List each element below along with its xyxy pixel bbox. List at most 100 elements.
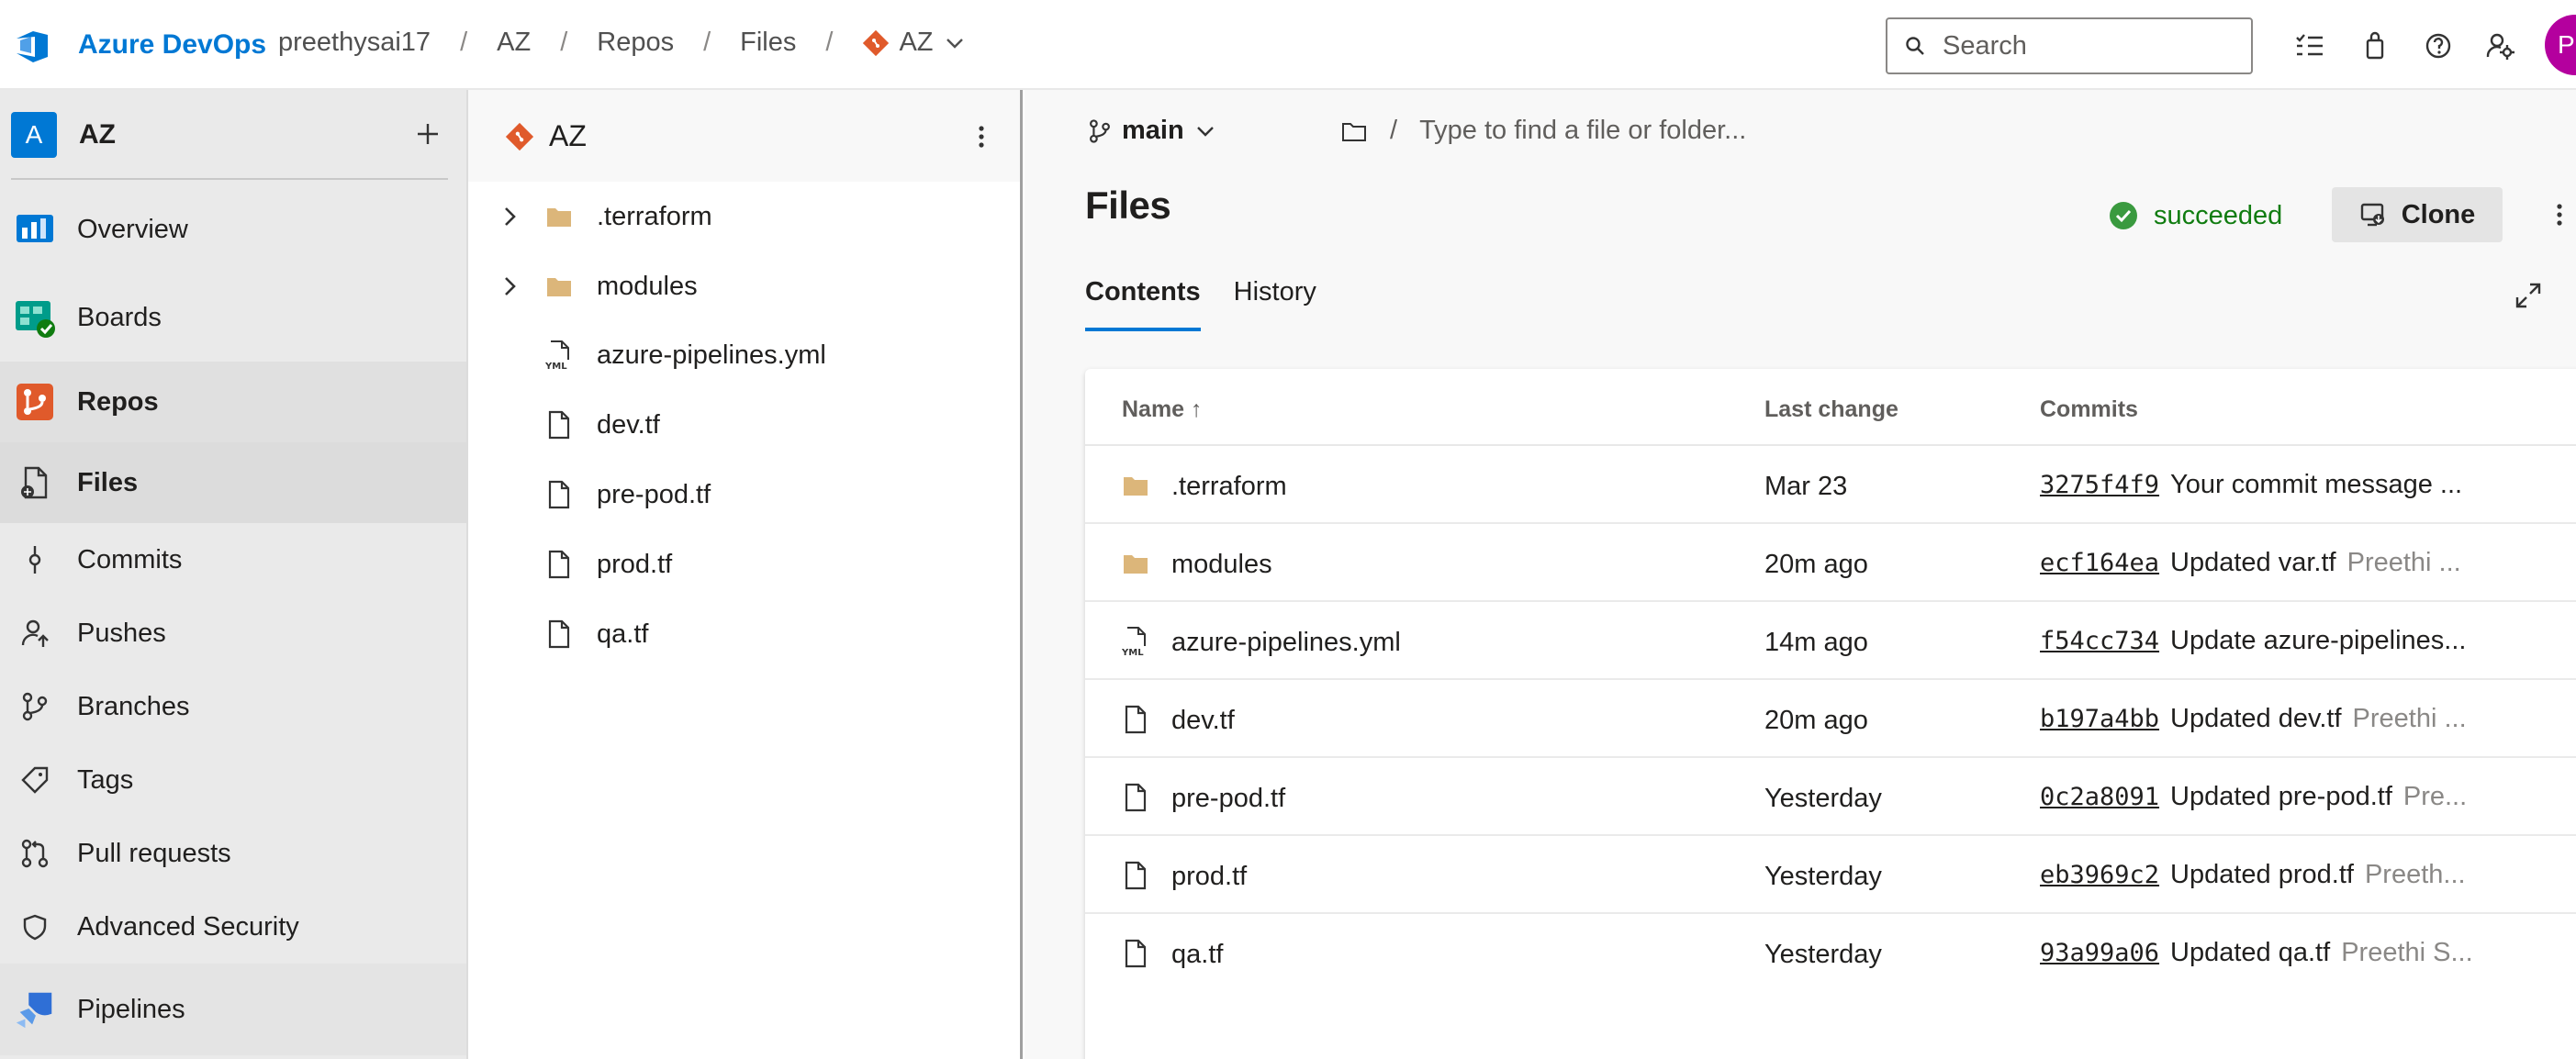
tree-item[interactable]: pre-pod.tf	[468, 463, 1020, 527]
row-commit: 3275f4f9 Your commit message ...	[2040, 470, 2554, 500]
column-header-name[interactable]: Name ↑	[1122, 396, 1203, 423]
tree-item[interactable]: prod.tf	[468, 532, 1020, 596]
nav-overview[interactable]: Overview	[0, 198, 466, 261]
pipeline-status-badge[interactable]: succeeded	[2108, 200, 2282, 231]
tab-history[interactable]: History	[1234, 277, 1316, 331]
commit-hash-link[interactable]: eb3969c2	[2040, 861, 2159, 889]
table-row[interactable]: dev.tf 20m ago b197a4bb Updated dev.tf P…	[1085, 680, 2576, 758]
row-name[interactable]: pre-pod.tf	[1171, 784, 1285, 814]
add-icon[interactable]	[409, 116, 446, 152]
folder-icon	[1120, 470, 1151, 501]
commit-hash-link[interactable]: f54cc734	[2040, 627, 2159, 655]
nav-label: Pipelines	[77, 994, 185, 1024]
nav-advanced-security[interactable]: Advanced Security	[0, 890, 466, 964]
commit-hash-link[interactable]: ecf164ea	[2040, 549, 2159, 577]
commit-hash-link[interactable]: b197a4bb	[2040, 705, 2159, 733]
search-input[interactable]: Search	[1886, 17, 2253, 74]
commit-author: Preethi ...	[2346, 548, 2461, 577]
breadcrumb-project[interactable]: AZ	[497, 28, 531, 58]
project-header[interactable]: A AZ	[11, 112, 116, 158]
help-icon[interactable]	[2421, 28, 2456, 63]
clone-button[interactable]: Clone	[2332, 187, 2503, 242]
chevron-right-icon[interactable]	[496, 203, 523, 230]
table-row[interactable]: modules 20m ago ecf164ea Updated var.tf …	[1085, 524, 2576, 602]
clone-label: Clone	[2401, 199, 2476, 229]
more-options-icon[interactable]	[964, 119, 999, 154]
tree-header: AZ	[468, 90, 1020, 182]
row-name[interactable]: dev.tf	[1171, 706, 1235, 736]
nav-branches[interactable]: Branches	[0, 670, 466, 743]
nav-pull-requests[interactable]: Pull requests	[0, 817, 466, 890]
marketplace-bag-icon[interactable]	[2358, 28, 2392, 63]
file-tree-panel: AZ .terraform modules YML azure-pipeline…	[468, 90, 1023, 1059]
breadcrumb-repo-picker[interactable]: AZ	[862, 28, 966, 58]
table-row[interactable]: prod.tf Yesterday eb3969c2 Updated prod.…	[1085, 836, 2576, 914]
folder-outline-icon[interactable]	[1340, 119, 1368, 143]
commit-hash-link[interactable]: 0c2a8091	[2040, 783, 2159, 811]
boards-icon	[13, 295, 57, 340]
breadcrumb-org[interactable]: preethysai17	[278, 28, 431, 58]
nav-pushes[interactable]: Pushes	[0, 596, 466, 670]
branch-picker[interactable]: main	[1087, 116, 1217, 146]
expand-icon[interactable]	[2512, 279, 2545, 312]
tree-item-label: prod.tf	[597, 549, 673, 579]
branch-name: main	[1122, 116, 1184, 145]
tree-item[interactable]: modules	[468, 254, 1020, 318]
push-icon	[13, 611, 57, 655]
nav-repos[interactable]: Repos	[0, 362, 466, 442]
project-avatar: A	[11, 112, 57, 158]
file-icon	[1120, 860, 1151, 891]
nav-tags[interactable]: Tags	[0, 743, 466, 817]
row-last-change: Yesterday	[1764, 862, 1882, 891]
table-row[interactable]: pre-pod.tf Yesterday 0c2a8091 Updated pr…	[1085, 758, 2576, 836]
azure-devops-logo-icon[interactable]	[13, 26, 53, 66]
row-name[interactable]: azure-pipelines.yml	[1171, 628, 1401, 658]
commit-hash-link[interactable]: 93a99a06	[2040, 939, 2159, 967]
table-row[interactable]: YML azure-pipelines.yml 14m ago f54cc734…	[1085, 602, 2576, 680]
tree-item[interactable]: YML azure-pipelines.yml	[468, 323, 1020, 387]
tag-icon	[13, 758, 57, 802]
tree-item[interactable]: dev.tf	[468, 393, 1020, 457]
table-row[interactable]: qa.tf Yesterday 93a99a06 Updated qa.tf P…	[1085, 914, 2576, 992]
success-check-icon	[2110, 202, 2137, 229]
row-last-change: Yesterday	[1764, 940, 1882, 969]
tab-contents[interactable]: Contents	[1085, 277, 1201, 331]
row-name[interactable]: .terraform	[1171, 472, 1287, 502]
nav-label: Overview	[77, 214, 188, 244]
row-name[interactable]: qa.tf	[1171, 940, 1223, 970]
row-last-change: Yesterday	[1764, 784, 1882, 813]
chevron-right-icon[interactable]	[496, 273, 523, 300]
breadcrumb-repos[interactable]: Repos	[597, 28, 674, 58]
nav-pipelines[interactable]: Pipelines	[0, 964, 466, 1055]
row-name[interactable]: modules	[1171, 550, 1272, 580]
nav-boards[interactable]: Boards	[0, 286, 466, 349]
brand-link[interactable]: Azure DevOps	[78, 29, 266, 61]
file-icon	[1120, 782, 1151, 813]
tree-item-label: pre-pod.tf	[597, 479, 711, 509]
row-last-change: 14m ago	[1764, 628, 1868, 657]
nav-label: Files	[77, 467, 139, 497]
path-finder: / Type to find a file or folder...	[1340, 116, 1746, 146]
tree-item[interactable]: .terraform	[468, 184, 1020, 249]
commit-hash-link[interactable]: 3275f4f9	[2040, 471, 2159, 499]
breadcrumb-files[interactable]: Files	[740, 28, 796, 58]
tree-item[interactable]: qa.tf	[468, 602, 1020, 666]
work-items-icon[interactable]	[2292, 28, 2327, 63]
file-icon	[1120, 938, 1151, 969]
more-options-icon[interactable]	[2543, 198, 2576, 231]
row-name[interactable]: prod.tf	[1171, 862, 1247, 892]
commit-author: Preethi S...	[2341, 938, 2473, 967]
nav-files[interactable]: Files	[0, 442, 466, 523]
svg-text:YML: YML	[545, 362, 567, 371]
clone-icon	[2360, 203, 2384, 227]
table-row[interactable]: .terraform Mar 23 3275f4f9 Your commit m…	[1085, 446, 2576, 524]
folder-icon	[543, 201, 575, 232]
folder-icon	[1120, 548, 1151, 579]
chevron-down-icon	[946, 38, 963, 49]
nav-commits[interactable]: Commits	[0, 523, 466, 596]
nav-label: Pushes	[77, 618, 166, 648]
tree-repo-title[interactable]: AZ	[505, 119, 587, 153]
avatar[interactable]: P	[2545, 15, 2576, 75]
path-filter-input[interactable]: Type to find a file or folder...	[1419, 116, 1746, 146]
user-settings-icon[interactable]	[2483, 28, 2518, 63]
